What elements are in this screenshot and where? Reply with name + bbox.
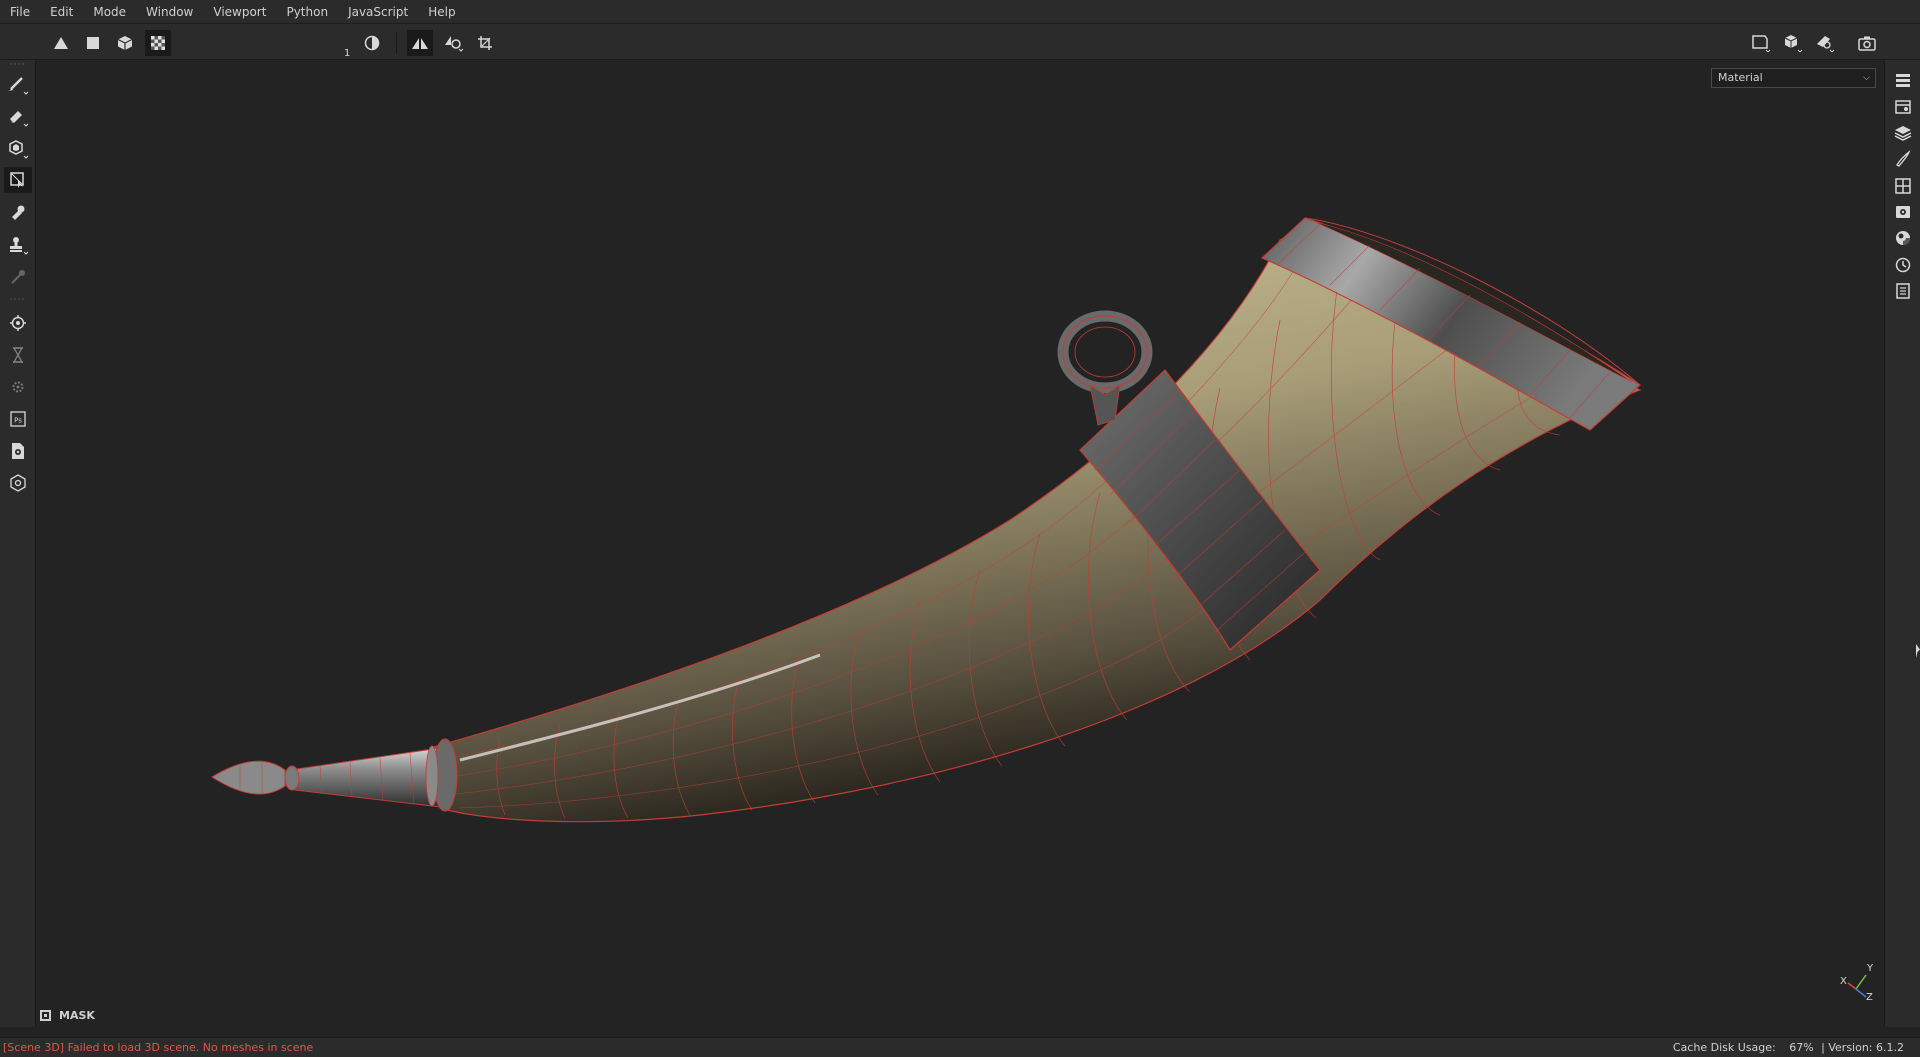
menu-bar: File Edit Mode Window Viewport Python Ja… bbox=[0, 0, 1920, 24]
mask-toggle[interactable]: MASK bbox=[40, 1009, 95, 1022]
hourglass-icon[interactable] bbox=[4, 342, 32, 368]
toolbar-grip bbox=[4, 61, 32, 67]
version-text: | Version: 6.1.2 bbox=[1821, 1041, 1904, 1054]
axis-z-label: Z bbox=[1866, 992, 1873, 1003]
settings-small-icon[interactable] bbox=[4, 374, 32, 400]
layers-icon[interactable] bbox=[1891, 121, 1915, 145]
viewport-mode-select[interactable]: Material ⌵ bbox=[1711, 68, 1876, 88]
status-error-message[interactable]: [Scene 3D] Failed to load 3D scene. No m… bbox=[3, 1038, 313, 1057]
shader-icon[interactable] bbox=[1891, 226, 1915, 250]
log-icon[interactable] bbox=[1891, 279, 1915, 303]
brush-settings-icon[interactable] bbox=[1891, 147, 1915, 171]
paint-brush-icon[interactable] bbox=[4, 72, 32, 98]
triangle-fill-icon[interactable] bbox=[48, 30, 74, 56]
mask-label-text: MASK bbox=[59, 1009, 95, 1022]
opacity-value: 1 bbox=[344, 48, 351, 59]
3d-viewport[interactable] bbox=[37, 61, 1883, 1027]
grid-icon[interactable] bbox=[1891, 174, 1915, 198]
texture-set-icon[interactable] bbox=[1891, 95, 1915, 119]
contrast-icon[interactable] bbox=[359, 30, 385, 56]
display-settings-icon[interactable] bbox=[1891, 200, 1915, 224]
bake-icon[interactable] bbox=[4, 310, 32, 336]
status-cache-info: Cache Disk Usage: 67% | Version: 6.1.2 bbox=[1673, 1038, 1904, 1057]
left-tool-bar: Ps bbox=[0, 60, 36, 1027]
polygon-fill-icon[interactable] bbox=[4, 167, 32, 193]
smudge-icon[interactable] bbox=[4, 200, 32, 226]
toolbar-separator bbox=[4, 296, 32, 302]
screenshot-icon[interactable] bbox=[1854, 30, 1880, 56]
menu-edit[interactable]: Edit bbox=[40, 0, 83, 24]
menu-window[interactable]: Window bbox=[136, 0, 203, 24]
menu-viewport[interactable]: Viewport bbox=[203, 0, 276, 24]
projection-icon[interactable] bbox=[4, 136, 32, 162]
menu-file[interactable]: File bbox=[0, 0, 40, 24]
cube-view-icon[interactable] bbox=[1780, 30, 1806, 56]
eraser-icon[interactable] bbox=[4, 104, 32, 130]
toolbar-divider bbox=[396, 32, 397, 54]
viewport-mode-value: Material bbox=[1718, 71, 1763, 84]
cache-label: Cache Disk Usage: bbox=[1672, 1041, 1776, 1054]
menu-python[interactable]: Python bbox=[276, 0, 338, 24]
axis-y-label: Y bbox=[1867, 963, 1874, 974]
menu-mode[interactable]: Mode bbox=[83, 0, 136, 24]
export-icon[interactable] bbox=[4, 438, 32, 464]
plugin-icon[interactable] bbox=[4, 470, 32, 496]
axis-x-label: X bbox=[1840, 976, 1847, 987]
svg-text:Ps: Ps bbox=[14, 417, 22, 425]
symmetry-icon[interactable] bbox=[407, 30, 433, 56]
mask-checkbox[interactable] bbox=[40, 1010, 51, 1021]
right-panel-bar bbox=[1884, 60, 1920, 1027]
color-picker-icon[interactable] bbox=[4, 264, 32, 290]
context-toolbar: 1 bbox=[0, 24, 1920, 75]
layers-list-icon[interactable] bbox=[1891, 68, 1915, 92]
axis-gizmo: Y X Z bbox=[1838, 961, 1878, 1005]
photoshop-icon[interactable]: Ps bbox=[4, 406, 32, 432]
chevron-down-icon: ⌵ bbox=[1863, 73, 1870, 83]
clone-stamp-icon[interactable] bbox=[4, 232, 32, 258]
menu-help[interactable]: Help bbox=[418, 0, 465, 24]
history-icon[interactable] bbox=[1891, 253, 1915, 277]
status-bar: [Scene 3D] Failed to load 3D scene. No m… bbox=[0, 1037, 1920, 1057]
cube-icon[interactable] bbox=[112, 30, 138, 56]
menu-javascript[interactable]: JavaScript bbox=[338, 0, 418, 24]
crop-icon[interactable] bbox=[472, 30, 498, 56]
render-icon[interactable] bbox=[1812, 30, 1838, 56]
checker-icon[interactable] bbox=[145, 30, 171, 56]
camera-frame-icon[interactable] bbox=[1748, 30, 1774, 56]
symmetry-settings-icon[interactable] bbox=[441, 30, 467, 56]
horn-model bbox=[211, 217, 1642, 823]
square-fill-icon[interactable] bbox=[80, 30, 106, 56]
cache-value: 67% bbox=[1789, 1041, 1814, 1054]
